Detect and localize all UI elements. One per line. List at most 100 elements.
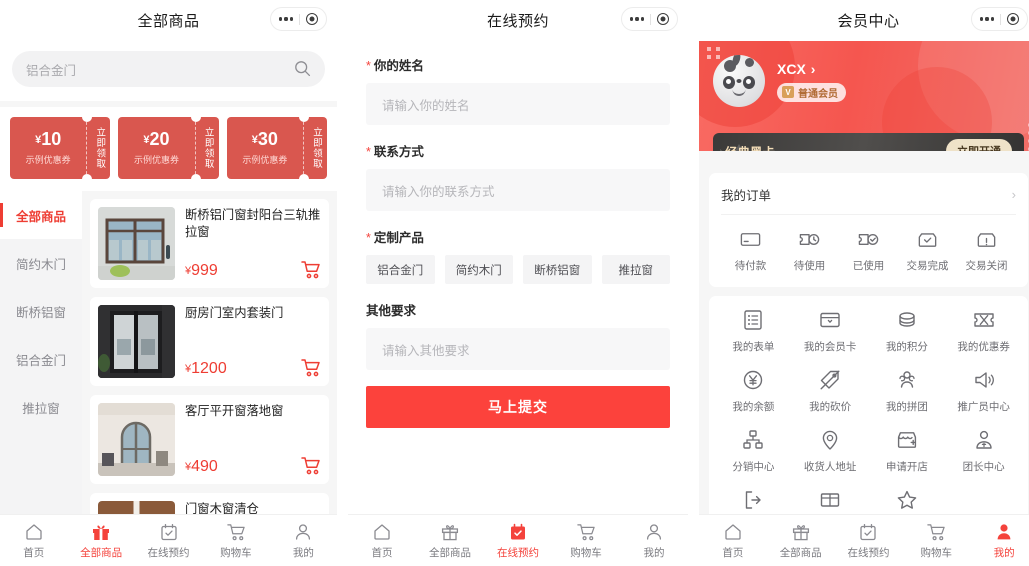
contact-field[interactable]: 请输入你的联系方式: [366, 169, 670, 211]
box-check-icon: [916, 228, 939, 251]
tab-cart[interactable]: 购物车: [552, 522, 620, 560]
feature-my-group-buy[interactable]: 我的拼团: [869, 368, 946, 414]
avatar-nose: [736, 79, 742, 83]
feature-distribution-center[interactable]: 分销中心: [715, 428, 792, 474]
more-dots-icon[interactable]: [629, 17, 645, 21]
capsule-divider: [1000, 13, 1002, 25]
product-card[interactable]: 厨房门室内套装门 ¥1200: [90, 297, 329, 386]
tab-mine[interactable]: 我的: [270, 522, 337, 560]
product-option[interactable]: 铝合金门: [366, 255, 435, 284]
product-option[interactable]: 简约木门: [444, 255, 513, 284]
tab-home[interactable]: 首页: [348, 522, 416, 560]
feature-my-bargain[interactable]: 我的砍价: [792, 368, 869, 414]
coupon-claim-button[interactable]: 立即领取: [194, 117, 219, 179]
more-dots-icon[interactable]: [979, 17, 995, 21]
search-icon[interactable]: [294, 60, 311, 77]
orders-header[interactable]: 我的订单 ›: [721, 185, 1016, 215]
shop-plus-icon: [895, 428, 919, 452]
wechat-capsule-menu[interactable]: [621, 7, 678, 31]
member-feature-grid: 我的表单 我的会员卡 我的积分 我的优惠券 我的余额 我的砍价 我的拼团 推广员…: [709, 296, 1028, 539]
product-card[interactable]: 客厅平开窗落地窗 ¥490: [90, 395, 329, 484]
order-status-closed[interactable]: 交易关闭: [957, 228, 1016, 273]
product-option[interactable]: 推拉窗: [601, 255, 670, 284]
submit-button[interactable]: 马上提交: [366, 386, 670, 428]
coupon-value: ¥10 示例优惠券: [10, 130, 86, 166]
user-badge-icon: [972, 428, 996, 452]
feature-apply-shop[interactable]: 申请开店: [869, 428, 946, 474]
feature-promoter-center[interactable]: 推广员中心: [945, 368, 1022, 414]
feature-my-balance[interactable]: 我的余额: [715, 368, 792, 414]
tab-home[interactable]: 首页: [699, 522, 767, 560]
feature-my-forms[interactable]: 我的表单: [715, 308, 792, 354]
feature-leader-center[interactable]: 团长中心: [945, 428, 1022, 474]
tab-mine[interactable]: 我的: [970, 522, 1029, 560]
screenshot-stage: 全部商品 铝合金门 ¥10 示例优惠券 立即领取 ¥20 示例优惠券 立即领取 …: [0, 0, 1029, 566]
tab-label: 全部商品: [779, 546, 822, 559]
product-option[interactable]: 断桥铝窗: [523, 255, 592, 284]
price-value: 490: [191, 458, 218, 475]
wechat-capsule-menu[interactable]: [971, 7, 1028, 31]
product-card[interactable]: 断桥铝门窗封阳台三轨推拉窗 ¥999: [90, 199, 329, 288]
tab-label: 在线预约: [847, 546, 890, 559]
tab-cart[interactable]: 购物车: [902, 522, 970, 560]
order-status-used[interactable]: 已使用: [839, 228, 898, 273]
coupon-card[interactable]: ¥20 示例优惠券 立即领取: [118, 117, 219, 179]
more-dots-icon[interactable]: [278, 17, 294, 21]
tab-all-products[interactable]: 全部商品: [416, 522, 484, 560]
feature-my-coupons[interactable]: 我的优惠券: [945, 308, 1022, 354]
tab-booking[interactable]: 在线预约: [135, 522, 202, 560]
tab-booking[interactable]: 在线预约: [484, 522, 552, 560]
feature-my-points[interactable]: 我的积分: [869, 308, 946, 354]
wechat-capsule-menu[interactable]: [270, 7, 327, 31]
coupon-claim-label: 立即领取: [202, 127, 214, 169]
coupon-value: ¥30 示例优惠券: [227, 130, 303, 166]
activate-button[interactable]: 立即开通: [946, 139, 1012, 151]
sidebar-item-aluminum-door[interactable]: 铝合金门: [0, 335, 82, 383]
target-icon[interactable]: [1007, 13, 1020, 25]
coupon-claim-button[interactable]: 立即领取: [302, 117, 327, 179]
search-input[interactable]: 铝合金门: [12, 51, 325, 87]
sidebar-item-wood-door[interactable]: 简约木门: [0, 239, 82, 287]
cart-icon[interactable]: [300, 259, 321, 280]
coupon-claim-button[interactable]: 立即领取: [86, 117, 110, 179]
order-status-pending-use[interactable]: 待使用: [780, 228, 839, 273]
chevron-right-icon[interactable]: ›: [1012, 187, 1016, 202]
tab-home[interactable]: 首页: [0, 522, 67, 560]
black-card-banner[interactable]: 经典黑卡 立即开通: [713, 133, 1024, 151]
avatar-ear: [745, 58, 754, 67]
coupon-subtitle: 示例优惠券: [133, 155, 179, 165]
remark-field[interactable]: 请输入其他要求: [366, 328, 670, 370]
coins-icon: [895, 308, 919, 332]
order-status-label: 交易关闭: [965, 260, 1008, 272]
feature-shipping-address[interactable]: 收货人地址: [792, 428, 869, 474]
navbar-member: 会员中心: [699, 0, 1029, 41]
tab-mine[interactable]: 我的: [620, 522, 688, 560]
order-status-pending-payment[interactable]: 待付款: [721, 228, 780, 273]
sidebar-item-sliding-window[interactable]: 推拉窗: [0, 383, 82, 431]
name-field[interactable]: 请输入你的姓名: [366, 83, 670, 125]
avatar[interactable]: [713, 55, 765, 107]
sidebar-item-broken-bridge-window[interactable]: 断桥铝窗: [0, 287, 82, 335]
status-badge: V 普通会员: [777, 82, 846, 102]
product-list[interactable]: 断桥铝门窗封阳台三轨推拉窗 ¥999 厨房门室内套装门 ¥1200 客厅平开窗落…: [82, 191, 337, 560]
order-status-completed[interactable]: 交易完成: [898, 228, 957, 273]
coupon-card[interactable]: ¥10 示例优惠券 立即领取: [10, 117, 111, 179]
required-star: *: [366, 231, 371, 245]
target-icon[interactable]: [306, 13, 319, 25]
tab-all-products[interactable]: 全部商品: [67, 522, 134, 560]
tab-booking[interactable]: 在线预约: [835, 522, 903, 560]
sidebar-item-all-products[interactable]: 全部商品: [0, 191, 82, 239]
product-price-row: ¥490: [185, 455, 321, 476]
tab-cart[interactable]: 购物车: [202, 522, 269, 560]
group-icon: [895, 368, 919, 392]
cart-icon[interactable]: [300, 357, 321, 378]
tab-all-products[interactable]: 全部商品: [767, 522, 835, 560]
feature-my-membership-card[interactable]: 我的会员卡: [792, 308, 869, 354]
target-icon[interactable]: [657, 13, 670, 25]
name-placeholder: 请输入你的姓名: [382, 98, 470, 113]
cart-icon[interactable]: [300, 455, 321, 476]
profile-row[interactable]: XCX › V 普通会员: [699, 41, 1029, 107]
coupon-subtitle: 示例优惠券: [242, 155, 288, 165]
coupon-card[interactable]: ¥30 示例优惠券 立即领取: [226, 117, 327, 179]
username-row[interactable]: XCX ›: [777, 61, 846, 77]
